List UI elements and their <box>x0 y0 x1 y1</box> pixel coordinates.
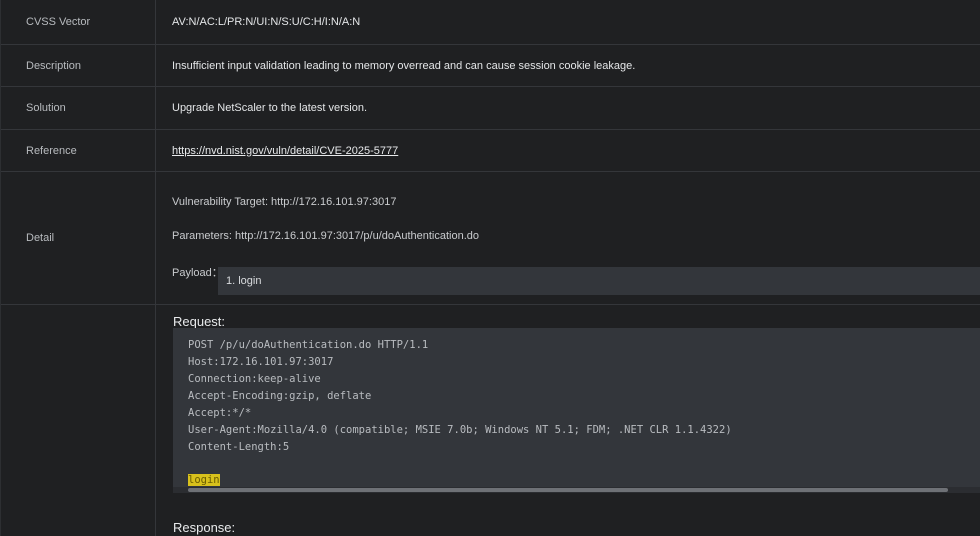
row-description: Description Insufficient input validatio… <box>1 44 980 86</box>
request-line: Connection:keep-alive <box>188 373 321 385</box>
cvss-vector-value: AV:N/AC:L/PR:N/UI:N/S:U/C:H/I:N/A:N <box>172 16 361 28</box>
solution-value: Upgrade NetScaler to the latest version. <box>172 102 368 114</box>
row-reference: Reference https://nvd.nist.gov/vuln/deta… <box>1 129 980 171</box>
request-line: Content-Length:5 <box>188 441 290 453</box>
payload-value: 1. login <box>226 275 262 287</box>
request-title: Request: <box>173 314 226 329</box>
payload-box: 1. login <box>218 267 980 295</box>
request-line: Accept-Encoding:gzip, deflate <box>188 390 372 402</box>
description-label: Description <box>1 45 156 86</box>
solution-label: Solution <box>1 87 156 129</box>
payload-highlight: login <box>188 474 220 486</box>
row-solution: Solution Upgrade NetScaler to the latest… <box>1 86 980 129</box>
request-code-box: POST /p/u/doAuthentication.do HTTP/1.1 H… <box>173 328 980 493</box>
request-label-cell <box>1 305 156 536</box>
reference-value-cell: https://nvd.nist.gov/vuln/detail/CVE-202… <box>156 130 980 171</box>
row-cvss-vector: CVSS Vector AV:N/AC:L/PR:N/UI:N/S:U/C:H/… <box>1 0 980 44</box>
response-title: Response: <box>173 520 236 535</box>
reference-label: Reference <box>1 130 156 171</box>
request-line: POST /p/u/doAuthentication.do HTTP/1.1 <box>188 339 429 351</box>
parameters: Parameters: http://172.16.101.97:3017/p/… <box>172 230 480 242</box>
detail-label: Detail <box>1 172 156 304</box>
request-body: login <box>188 474 220 486</box>
request-scrollbar-thumb[interactable] <box>188 488 948 492</box>
description-value: Insufficient input validation leading to… <box>172 59 636 72</box>
vulnerability-detail-table: CVSS Vector AV:N/AC:L/PR:N/UI:N/S:U/C:H/… <box>0 0 980 536</box>
row-detail: Detail Vulnerability Target: http://172.… <box>1 171 980 304</box>
payload-label: Payload： <box>172 267 223 279</box>
vulnerability-target: Vulnerability Target: http://172.16.101.… <box>172 196 397 208</box>
reference-link[interactable]: https://nvd.nist.gov/vuln/detail/CVE-202… <box>172 145 398 157</box>
request-line: Host:172.16.101.97:3017 <box>188 356 334 368</box>
request-line: User-Agent:Mozilla/4.0 (compatible; MSIE… <box>188 424 732 436</box>
cvss-vector-label: CVSS Vector <box>1 0 156 44</box>
request-scrollbar[interactable] <box>173 487 980 493</box>
request-line: Accept:*/* <box>188 407 252 419</box>
detail-value-cell: Vulnerability Target: http://172.16.101.… <box>156 172 980 304</box>
